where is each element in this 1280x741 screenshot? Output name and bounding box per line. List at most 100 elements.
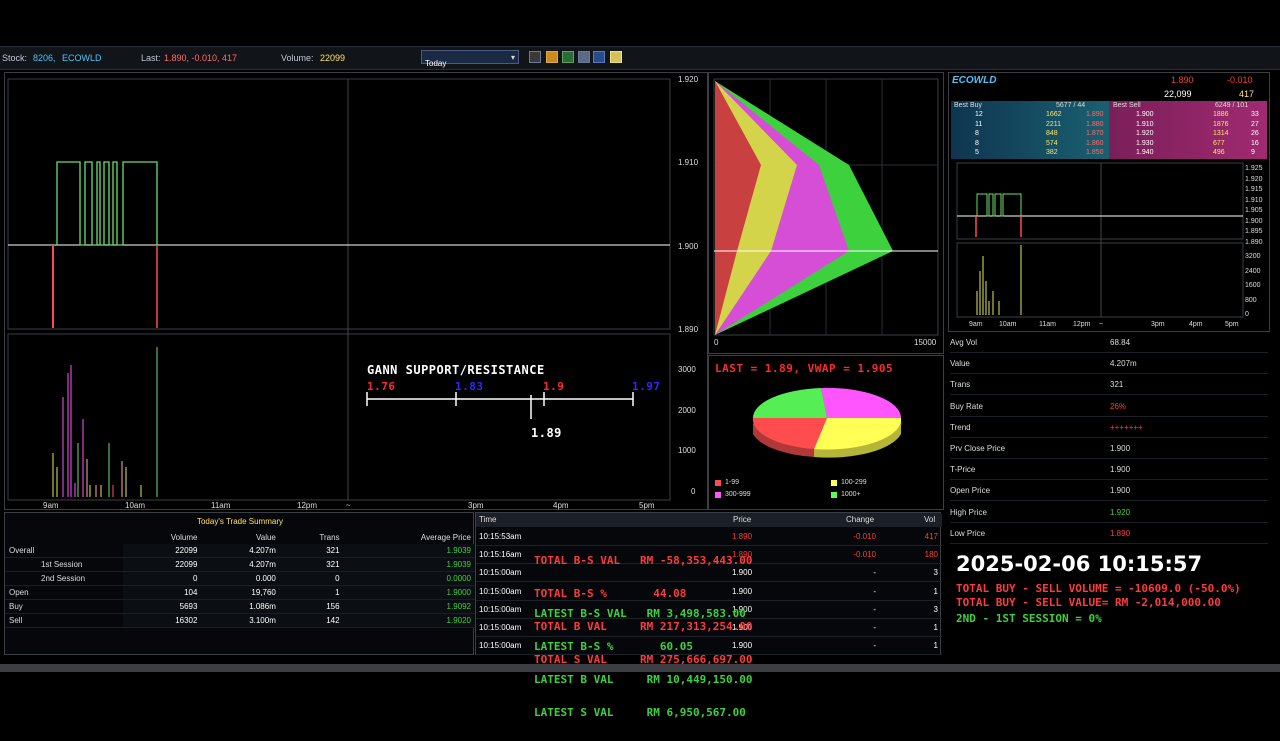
- volume-tick: 3000: [678, 365, 696, 374]
- depth-cell: 16: [1251, 139, 1259, 147]
- gann-level: 1.76: [367, 380, 396, 393]
- stat-row: Value 4.207m: [950, 353, 1268, 375]
- depth-row[interactable]: 11 2211 1.880 1.910 1876 27: [951, 121, 1267, 130]
- trades-header: Time Price Change Vol: [476, 513, 942, 527]
- trade-time: 10:15:00am: [479, 568, 522, 577]
- stat-label: Buy Rate: [950, 401, 983, 411]
- gann-title: GANN SUPPORT/RESISTANCE: [367, 363, 545, 377]
- legend-label: 1000+: [841, 491, 861, 498]
- depth-cell: 1.900: [1136, 111, 1154, 118]
- summary-row: 2nd Session 0 0.000 0 0.0000: [5, 571, 475, 586]
- volume-tick: 0: [691, 487, 696, 496]
- depth-cell: 574: [1046, 139, 1058, 147]
- summary-cell: 321: [279, 544, 344, 558]
- trade-vol: 1: [933, 623, 938, 632]
- total-volume-line: TOTAL BUY - SELL VOLUME = -10609.0 (-50.…: [956, 582, 1241, 595]
- mini-time-tick: 4pm: [1189, 321, 1203, 328]
- summary-col-header: Trans: [319, 533, 340, 542]
- last-value: 1.890, -0.010, 417: [164, 53, 238, 63]
- gann-current: 1.89: [531, 426, 562, 440]
- volume-profile-svg: [713, 78, 939, 336]
- time-tick: ~: [346, 501, 351, 510]
- stat-value: 4.207m: [1110, 359, 1137, 369]
- pie-panel: LAST = 1.89, VWAP = 1.905 1-99 100-299 3…: [708, 355, 944, 510]
- gann-level: 1.83: [455, 380, 484, 393]
- legend-label: 100-299: [841, 479, 867, 486]
- overlay-line: LATEST B-S % 60.05: [534, 640, 693, 653]
- summary-cell: 4.207m: [201, 557, 280, 572]
- quote-name: ECOWLD: [952, 75, 997, 86]
- trade-change: -: [873, 641, 876, 650]
- summary-cell: 321: [279, 557, 344, 572]
- save-icon[interactable]: [593, 51, 605, 63]
- mini-price-tick: 1.890: [1245, 238, 1263, 246]
- trades-col-change: Change: [846, 515, 875, 524]
- summary-col-blank: [5, 531, 123, 544]
- depth-row[interactable]: 8 848 1.870 1.920 1314 26: [951, 130, 1267, 139]
- stat-label: T-Price: [950, 465, 976, 475]
- summary-cell: 3.100m: [201, 613, 280, 628]
- summary-cell: 142: [279, 613, 344, 628]
- time-tick: 10am: [125, 501, 146, 510]
- best-sell-summary: 6249 / 101: [1215, 102, 1249, 109]
- summary-cell: 0.000: [201, 571, 280, 586]
- trade-time: 10:15:00am: [479, 605, 522, 614]
- depth-cell: 33: [1251, 111, 1259, 118]
- main-chart-panel: 1.920 1.910 1.900 1.890 3000 2000 1000 0…: [4, 72, 708, 510]
- quote-volume: 22,099: [1164, 89, 1192, 99]
- overlay-line: TOTAL B-S VAL RM -58,353,443.00: [534, 554, 753, 567]
- mini-volume-tick: 800: [1245, 296, 1257, 304]
- trade-change: -0.010: [853, 550, 876, 559]
- gann-level: 1.97: [632, 380, 661, 393]
- overlay-line: LATEST B VAL RM 10,449,150.00: [534, 673, 753, 686]
- depth-cell: 1314: [1213, 130, 1229, 137]
- depth-cell: 8: [975, 139, 979, 147]
- stat-value: 1.920: [1110, 507, 1131, 517]
- refresh-icon[interactable]: [562, 51, 574, 63]
- trade-change: -: [873, 623, 876, 632]
- mini-time-tick: 12pm: [1073, 321, 1091, 328]
- depth-cell: 1.880: [1086, 120, 1104, 128]
- period-select[interactable]: Today ▾: [421, 50, 519, 68]
- stat-value: 26%: [1110, 401, 1127, 411]
- trade-change: -: [873, 568, 876, 577]
- trade-summary-panel: Today's Trade Summary Volume Value Trans…: [4, 512, 475, 655]
- depth-cell: 1886: [1213, 111, 1229, 118]
- quote-trades: 417: [1239, 89, 1255, 99]
- depth-cell: 1.930: [1136, 139, 1154, 147]
- volume-value: 22099: [320, 53, 346, 63]
- chart-icon[interactable]: [529, 51, 541, 63]
- mini-volume-tick: 1600: [1245, 282, 1261, 289]
- delete-icon[interactable]: [578, 51, 590, 63]
- depth-cell: 382: [1046, 149, 1058, 156]
- stock-code: 8206,: [33, 53, 56, 63]
- depth-cell: 2211: [1046, 120, 1062, 128]
- depth-cell: 1662: [1046, 111, 1062, 118]
- depth-cell: 1.860: [1086, 139, 1104, 147]
- note-icon[interactable]: [610, 51, 622, 63]
- summary-avg: 1.9092: [343, 599, 475, 614]
- summary-row: Overall 22099 4.207m 321 1.9039: [5, 544, 475, 558]
- summary-cell: 5693: [123, 599, 202, 614]
- overlay-line: LATEST B-S VAL RM 3,498,583.00: [534, 607, 746, 620]
- trade-vol: 3: [933, 605, 938, 614]
- folder-icon[interactable]: [546, 51, 558, 63]
- depth-row[interactable]: 8 574 1.860 1.930 677 16: [951, 140, 1267, 149]
- stat-label: Trans: [950, 380, 971, 390]
- summary-avg: 0.0000: [343, 571, 475, 586]
- depth-row[interactable]: 5 382 1.850 1.940 496 9: [951, 149, 1267, 158]
- stat-value: 1.900: [1110, 444, 1131, 453]
- clock-panel: 2025-02-06 10:15:57 TOTAL BUY - SELL VOL…: [948, 540, 1270, 658]
- summary-cell: 19,760: [201, 585, 280, 600]
- depth-cell: 27: [1251, 120, 1259, 128]
- best-buy-label: Best Buy: [954, 102, 983, 109]
- summary-table: Volume Value Trans Average Price Overall…: [5, 531, 475, 628]
- stat-row: T-Price 1.900: [950, 459, 1268, 481]
- status-strip: [0, 664, 1280, 672]
- summary-avg: 1.9000: [343, 585, 475, 600]
- depth-row[interactable]: 12 1662 1.890 1.900 1886 33: [951, 111, 1267, 120]
- depth-cell: 26: [1251, 130, 1259, 137]
- session-line: 2ND - 1ST SESSION = 0%: [956, 612, 1102, 625]
- volume-label: Volume:: [281, 53, 314, 63]
- volume-tick: 1000: [678, 446, 696, 455]
